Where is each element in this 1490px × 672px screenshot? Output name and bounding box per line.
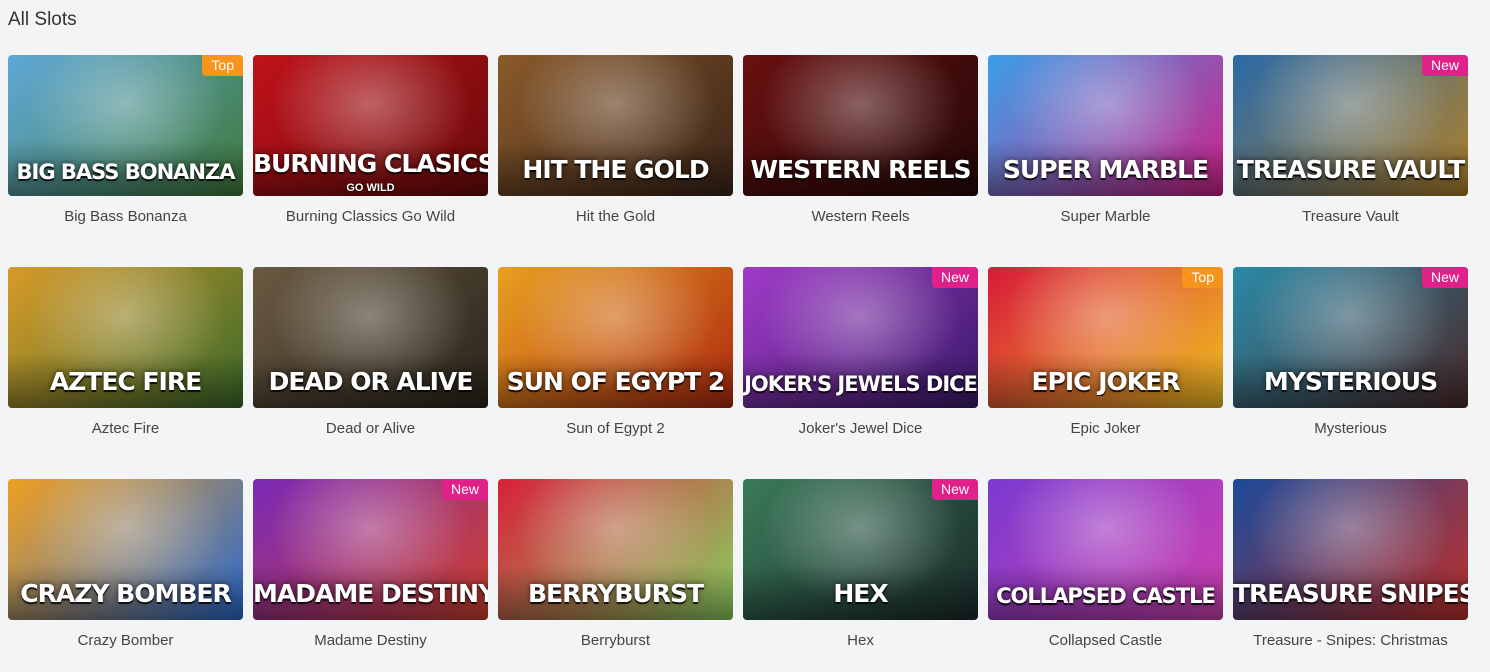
game-title[interactable]: Super Marble [988, 208, 1223, 225]
game-thumbnail[interactable]: TREASURE SNIPES [1233, 479, 1468, 620]
game-logo-text: SUN OF EGYPT 2 [506, 367, 726, 396]
game-thumbnail[interactable]: DEAD OR ALIVE [253, 267, 488, 408]
game-thumbnail[interactable]: MYSTERIOUS New [1233, 267, 1468, 408]
all-slots-page: All Slots BIG BASS BONANZA Top Big Bass Bo… [0, 0, 1490, 672]
game-title[interactable]: Madame Destiny [253, 632, 488, 649]
game-logo-text: BIG BASS BONANZA [16, 160, 236, 184]
game-thumbnail[interactable]: BERRYBURST [498, 479, 733, 620]
game-thumbnail[interactable]: SUN OF EGYPT 2 [498, 267, 733, 408]
game-title[interactable]: Big Bass Bonanza [8, 208, 243, 225]
game-card[interactable]: BERRYBURST Berryburst [498, 479, 733, 672]
game-card[interactable]: MYSTERIOUS New Mysterious [1233, 267, 1468, 479]
game-logo-text: DEAD OR ALIVE [268, 367, 474, 396]
top-badge: Top [202, 55, 243, 76]
section-title: All Slots [8, 9, 77, 30]
game-card[interactable]: TREASURE VAULT New Treasure Vault [1233, 55, 1468, 267]
game-title[interactable]: Treasure - Snipes: Christmas [1233, 632, 1468, 649]
game-card[interactable]: WESTERN REELS Western Reels [743, 55, 978, 267]
game-logo-subtitle: GO WILD [346, 182, 395, 194]
new-badge: New [441, 479, 488, 500]
game-card[interactable]: HIT THE GOLD Hit the Gold [498, 55, 733, 267]
game-title[interactable]: Dead or Alive [253, 420, 488, 437]
new-badge: New [931, 479, 978, 500]
game-logo-text: HIT THE GOLD [522, 155, 709, 184]
game-card[interactable]: HEX New Hex [743, 479, 978, 672]
top-badge: Top [1182, 267, 1223, 288]
game-logo-text: MADAME DESTINY [253, 579, 488, 608]
game-logo-text: CRAZY BOMBER [20, 579, 231, 608]
game-logo-text: WESTERN REELS [750, 155, 971, 184]
game-logo-text: AZTEC FIRE [49, 367, 202, 396]
game-thumbnail[interactable]: SUPER MARBLE [988, 55, 1223, 196]
game-logo-text: TREASURE VAULT [1236, 155, 1465, 184]
game-title[interactable]: Treasure Vault [1233, 208, 1468, 225]
game-thumbnail[interactable]: HIT THE GOLD [498, 55, 733, 196]
new-badge: New [1421, 267, 1468, 288]
game-title[interactable]: Epic Joker [988, 420, 1223, 437]
game-card[interactable]: CRAZY BOMBER Crazy Bomber [8, 479, 243, 672]
new-badge: New [931, 267, 978, 288]
game-logo-text: BERRYBURST [527, 579, 704, 608]
game-card[interactable]: TREASURE SNIPES Treasure - Snipes: Christ… [1233, 479, 1468, 672]
game-logo-text: HEX [833, 579, 888, 608]
game-title[interactable]: Hex [743, 632, 978, 649]
game-thumbnail[interactable]: JOKER'S JEWELS DICE New [743, 267, 978, 408]
game-title[interactable]: Aztec Fire [8, 420, 243, 437]
game-card[interactable]: DEAD OR ALIVE Dead or Alive [253, 267, 488, 479]
game-thumbnail[interactable]: MADAME DESTINY New [253, 479, 488, 620]
game-thumbnail[interactable]: EPIC JOKER Top [988, 267, 1223, 408]
game-card[interactable]: AZTEC FIRE Aztec Fire [8, 267, 243, 479]
game-thumbnail[interactable]: COLLAPSED CASTLE [988, 479, 1223, 620]
game-thumbnail[interactable]: TREASURE VAULT New [1233, 55, 1468, 196]
game-logo-text: EPIC JOKER [1031, 367, 1180, 396]
game-title[interactable]: Burning Classics Go Wild [253, 208, 488, 225]
game-logo-text: COLLAPSED CASTLE [996, 584, 1216, 608]
game-title[interactable]: Hit the Gold [498, 208, 733, 225]
game-logo-text: SUPER MARBLE [1002, 155, 1209, 184]
game-card[interactable]: BIG BASS BONANZA Top Big Bass Bonanza [8, 55, 243, 267]
game-title[interactable]: Sun of Egypt 2 [498, 420, 733, 437]
game-logo-text: TREASURE SNIPES [1233, 579, 1468, 608]
game-title[interactable]: Mysterious [1233, 420, 1468, 437]
new-badge: New [1421, 55, 1468, 76]
game-card[interactable]: MADAME DESTINY New Madame Destiny [253, 479, 488, 672]
games-grid: BIG BASS BONANZA Top Big Bass Bonanza BURNI… [8, 55, 1468, 672]
game-thumbnail[interactable]: BURNING CLASICS GO WILD [253, 55, 488, 196]
game-title[interactable]: Collapsed Castle [988, 632, 1223, 649]
game-card[interactable]: COLLAPSED CASTLE Collapsed Castle [988, 479, 1223, 672]
game-logo-text: JOKER'S JEWELS DICE [744, 372, 978, 396]
game-thumbnail[interactable]: HEX New [743, 479, 978, 620]
game-thumbnail[interactable]: WESTERN REELS [743, 55, 978, 196]
game-title[interactable]: Joker's Jewel Dice [743, 420, 978, 437]
game-title[interactable]: Crazy Bomber [8, 632, 243, 649]
game-logo-text: BURNING CLASICS [253, 149, 488, 178]
game-thumbnail[interactable]: AZTEC FIRE [8, 267, 243, 408]
game-card[interactable]: SUPER MARBLE Super Marble [988, 55, 1223, 267]
game-card[interactable]: EPIC JOKER Top Epic Joker [988, 267, 1223, 479]
game-title[interactable]: Berryburst [498, 632, 733, 649]
game-card[interactable]: BURNING CLASICS GO WILD Burning Classics G… [253, 55, 488, 267]
game-logo-text: MYSTERIOUS [1263, 367, 1438, 396]
game-card[interactable]: SUN OF EGYPT 2 Sun of Egypt 2 [498, 267, 733, 479]
game-thumbnail[interactable]: CRAZY BOMBER [8, 479, 243, 620]
game-thumbnail[interactable]: BIG BASS BONANZA Top [8, 55, 243, 196]
game-title[interactable]: Western Reels [743, 208, 978, 225]
game-card[interactable]: JOKER'S JEWELS DICE New Joker's Jewel Dice [743, 267, 978, 479]
